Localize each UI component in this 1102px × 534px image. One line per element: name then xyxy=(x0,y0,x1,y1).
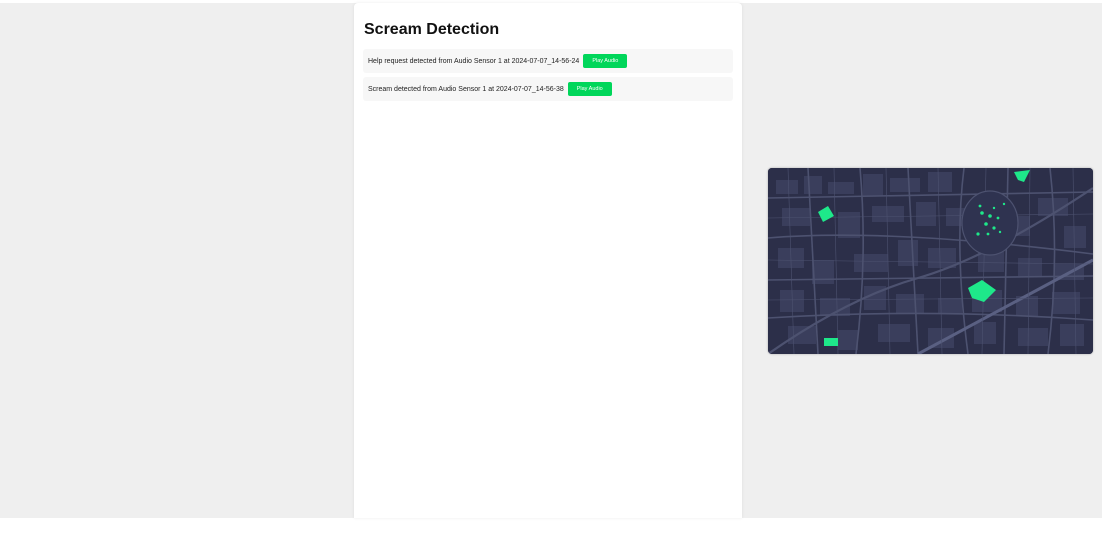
alert-message: Scream detected from Audio Sensor 1 at 2… xyxy=(368,85,564,93)
page-title: Scream Detection xyxy=(364,21,500,38)
alert-list: Help request detected from Audio Sensor … xyxy=(363,49,733,105)
map-image xyxy=(768,168,1093,354)
play-audio-button[interactable]: Play Audio xyxy=(583,54,628,68)
page-background: Scream Detection Help request detected f… xyxy=(0,3,1102,518)
alerts-panel: Scream Detection Help request detected f… xyxy=(354,3,742,518)
map-view[interactable] xyxy=(768,168,1093,354)
play-audio-button[interactable]: Play Audio xyxy=(567,82,612,96)
alert-item: Help request detected from Audio Sensor … xyxy=(363,49,733,73)
alert-item: Scream detected from Audio Sensor 1 at 2… xyxy=(363,77,733,101)
alert-message: Help request detected from Audio Sensor … xyxy=(368,57,580,65)
